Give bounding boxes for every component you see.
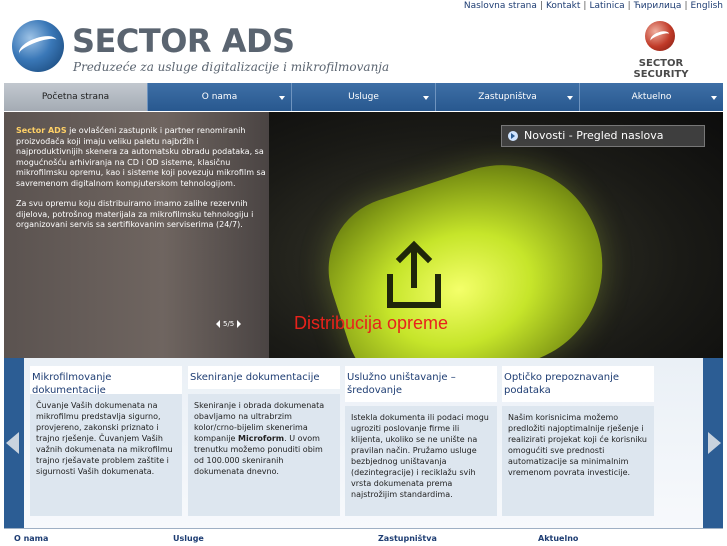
nav-pocetna-strana[interactable]: Početna strana xyxy=(4,83,148,111)
carousel-next-button[interactable] xyxy=(703,358,723,528)
brand-microform: Microform xyxy=(238,434,285,443)
link-latinica[interactable]: Latinica xyxy=(589,1,624,11)
sector-ads-logo-icon[interactable] xyxy=(12,20,64,72)
brand-tagline: Preduzeće za usluge digitalizacije i mik… xyxy=(73,60,390,74)
chevron-down-icon xyxy=(423,96,429,100)
news-toggle-button[interactable]: Novosti - Pregled naslova xyxy=(501,125,705,147)
service-card-text: Čuvanje Vaših dokumenata na mikrofilmu p… xyxy=(30,394,182,516)
news-label: Novosti - Pregled naslova xyxy=(524,129,664,142)
service-card-title[interactable]: Uslužno uništavanje – šredovanje xyxy=(345,366,497,402)
service-card-text: Skeniranje i obrada dokumenata obavljamo… xyxy=(188,394,340,516)
service-card-title[interactable]: Optičko prepoznavanje podataka xyxy=(502,366,654,402)
play-circle-icon xyxy=(508,131,518,141)
hero-paragraph-2: Za svu opremu koju distribuiramo imamo z… xyxy=(16,199,254,229)
previous-slide-icon[interactable] xyxy=(216,320,220,328)
chevron-down-icon xyxy=(279,96,285,100)
carousel-prev-button[interactable] xyxy=(4,358,24,528)
service-card-text: Istekla dokumenta ili podaci mogu ugrozi… xyxy=(345,406,497,516)
nav-usluge[interactable]: Usluge xyxy=(292,83,436,111)
service-card-text: Našim korisnicima možemo predložiti najo… xyxy=(502,406,654,516)
services-carousel: Mikrofilmovanje dokumentacije Čuvanje Va… xyxy=(4,358,723,528)
slide-title[interactable]: Distribucija opreme xyxy=(294,313,448,334)
top-links-bar: Naslovna strana | Kontakt | Latinica | Ћирилиц… xyxy=(0,0,727,14)
sector-security-label: SECTOR SECURITY xyxy=(633,58,689,80)
service-card-unistavanje[interactable]: Uslužno uništavanje – šredovanje Istekla… xyxy=(345,366,497,516)
service-card-mikrofilmovanje[interactable]: Mikrofilmovanje dokumentacije Čuvanje Va… xyxy=(30,366,182,516)
hero-slider: Sector ADS je ovlašćeni zastupnik i part… xyxy=(4,112,723,358)
footer-link-o-nama[interactable]: O nama xyxy=(14,534,48,543)
slide-pager: 5/5 xyxy=(216,320,242,328)
arrow-right-icon xyxy=(708,432,721,454)
top-links: Naslovna strana | Kontakt | Latinica | Ћирилиц… xyxy=(463,1,724,11)
link-kontakt[interactable]: Kontakt xyxy=(546,1,580,11)
arrow-left-icon xyxy=(6,432,19,454)
footer-link-usluge[interactable]: Usluge xyxy=(173,534,204,543)
footer-link-zastupnistva[interactable]: Zastupništva xyxy=(378,534,437,543)
upload-icon xyxy=(387,240,441,308)
service-card-skeniranje[interactable]: Skeniranje dokumentacije Skeniranje i ob… xyxy=(188,366,340,516)
link-cirilica[interactable]: Ћирилица xyxy=(634,1,682,11)
chevron-down-icon xyxy=(567,96,573,100)
site-header: SECTOR ADS Preduzeće za usluge digitaliz… xyxy=(4,14,723,82)
service-card-title[interactable]: Skeniranje dokumentacije xyxy=(188,366,340,389)
nav-aktuelno[interactable]: Aktuelno xyxy=(580,83,723,111)
next-slide-icon[interactable] xyxy=(237,320,242,328)
slide-counter: 5/5 xyxy=(223,320,235,328)
nav-o-nama[interactable]: O nama xyxy=(148,83,292,111)
service-card-ocr[interactable]: Optičko prepoznavanje podataka Našim kor… xyxy=(502,366,654,516)
footer-nav: O nama Usluge Zastupništva Aktuelno xyxy=(4,528,723,546)
hero-intro-bold: Sector ADS xyxy=(16,126,67,135)
sector-security-logo-icon xyxy=(645,21,675,51)
hero-intro: Sector ADS je ovlašćeni zastupnik i part… xyxy=(16,126,266,241)
sector-security-logo[interactable]: SECTOR SECURITY xyxy=(611,18,711,80)
main-nav: Početna strana O nama Usluge Zastupništv… xyxy=(4,83,723,111)
brand-title[interactable]: SECTOR ADS xyxy=(72,22,295,60)
footer-link-aktuelno[interactable]: Aktuelno xyxy=(538,534,578,543)
hero-intro-text: je ovlašćeni zastupnik i partner renomir… xyxy=(16,126,266,188)
chevron-down-icon xyxy=(711,96,717,100)
nav-zastupnistva[interactable]: Zastupništva xyxy=(436,83,580,111)
link-english[interactable]: English xyxy=(691,1,724,11)
link-naslovna-strana[interactable]: Naslovna strana xyxy=(464,1,537,11)
